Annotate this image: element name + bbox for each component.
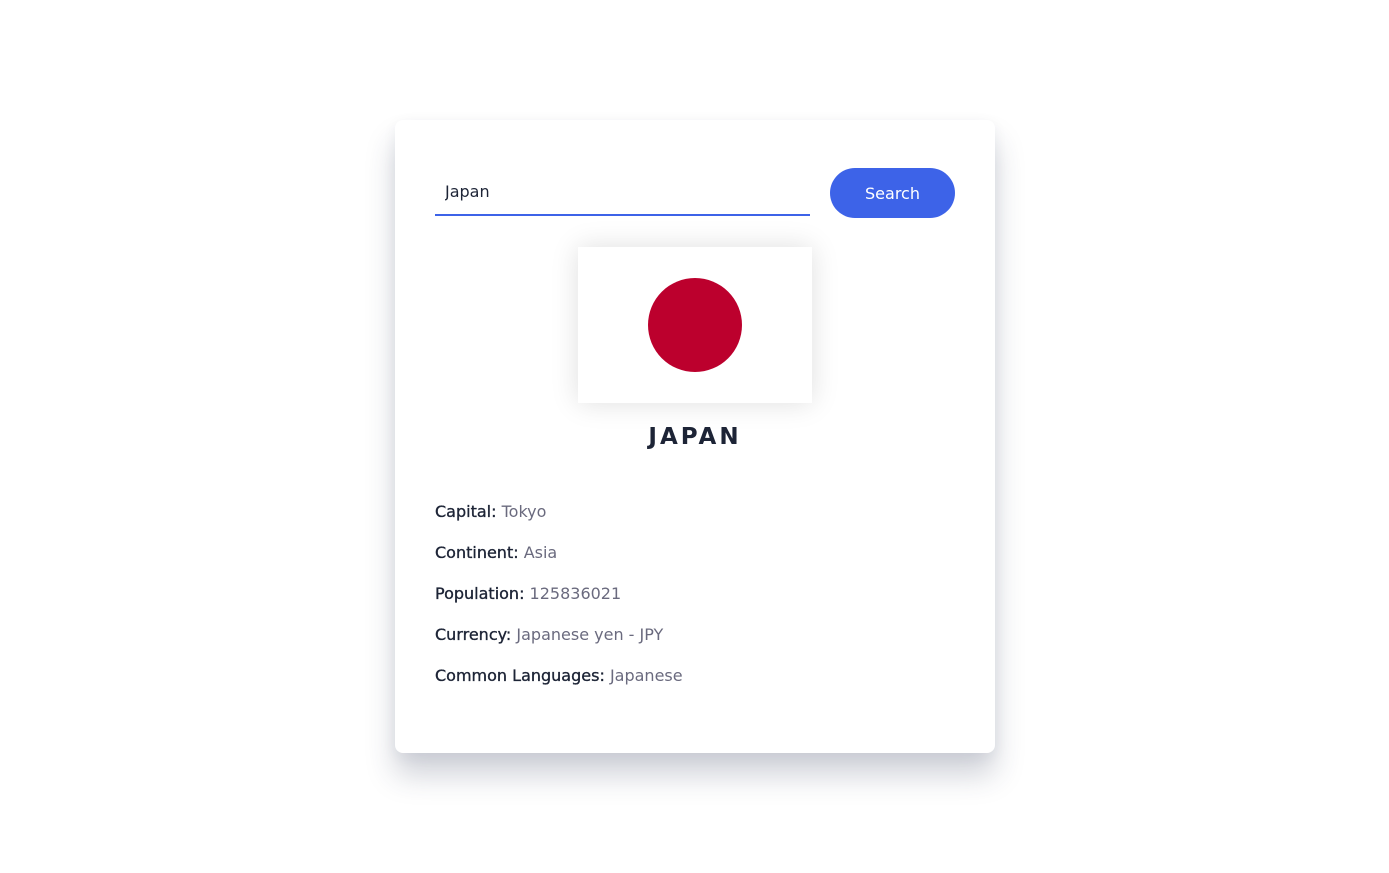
currency-label: Currency: [435, 625, 512, 644]
search-button[interactable]: Search [830, 168, 955, 218]
japan-flag-icon [578, 247, 812, 403]
flag-red-disc [648, 278, 742, 372]
search-row: Search [435, 168, 955, 218]
country-details: Capital: Tokyo Continent: Asia Populatio… [435, 500, 955, 705]
detail-languages: Common Languages: Japanese [435, 664, 955, 705]
currency-value: Japanese yen - JPY [516, 625, 664, 644]
detail-continent: Continent: Asia [435, 541, 955, 582]
country-name: JAPAN [648, 424, 742, 450]
detail-capital: Capital: Tokyo [435, 500, 955, 541]
continent-value: Asia [523, 543, 558, 562]
capital-label: Capital: [435, 502, 497, 521]
continent-label: Continent: [435, 543, 519, 562]
languages-value: Japanese [609, 666, 683, 685]
capital-value: Tokyo [501, 502, 547, 521]
population-value: 125836021 [529, 584, 622, 603]
search-input[interactable] [435, 168, 810, 216]
detail-currency: Currency: Japanese yen - JPY [435, 623, 955, 664]
country-card: Search JAPAN Capital: Tokyo Continent: A… [395, 120, 995, 753]
detail-population: Population: 125836021 [435, 582, 955, 623]
population-label: Population: [435, 584, 525, 603]
languages-label: Common Languages: [435, 666, 605, 685]
